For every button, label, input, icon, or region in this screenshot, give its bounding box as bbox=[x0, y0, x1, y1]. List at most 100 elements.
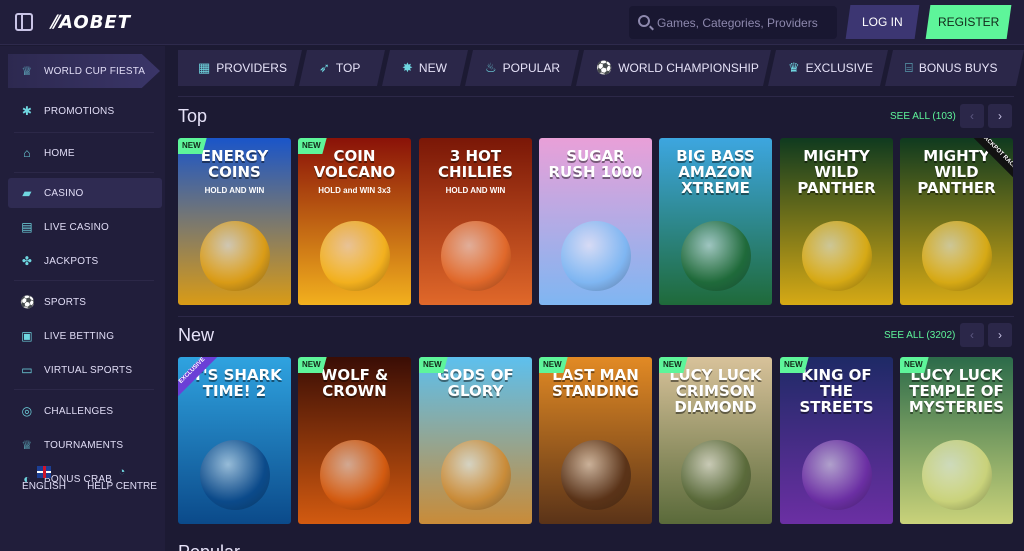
game-artwork bbox=[199, 221, 270, 291]
help-label: HELP CENTRE bbox=[87, 481, 157, 492]
game-card[interactable]: LAST MAN STANDING NEW bbox=[539, 357, 652, 524]
divider bbox=[14, 172, 154, 173]
language-label: ENGLISH bbox=[22, 481, 66, 492]
logo[interactable]: ⫽AOBET bbox=[50, 12, 131, 33]
game-card[interactable]: Lucy Luck CRIMSON DIAMOND NEW bbox=[659, 357, 772, 524]
sidebar-item-world-cup-fiesta[interactable]: ♕ WORLD CUP FIESTA bbox=[8, 56, 162, 86]
sidebar-item-label: VIRTUAL SPORTS bbox=[44, 364, 133, 376]
tab-popular[interactable]: ♨ POPULAR bbox=[465, 50, 579, 86]
divider bbox=[178, 96, 1014, 97]
game-artwork bbox=[921, 440, 992, 510]
new-badge: NEW bbox=[419, 357, 448, 373]
sidebar-item-label: HOME bbox=[44, 147, 75, 159]
sidebar-item-live-casino[interactable]: ▤ LIVE CASINO bbox=[8, 212, 162, 242]
game-title: Sugar Rush 1000 bbox=[548, 147, 643, 181]
divider bbox=[14, 280, 154, 281]
language-selector[interactable]: ENGLISH bbox=[14, 466, 74, 492]
search-box[interactable] bbox=[629, 6, 837, 39]
login-button[interactable]: LOG IN bbox=[845, 5, 920, 39]
tab-label: WORLD CHAMPIONSHIP bbox=[618, 61, 759, 75]
game-artwork bbox=[680, 221, 751, 291]
gift-icon: ⌸ bbox=[905, 60, 913, 75]
casino-icon: ▰ bbox=[22, 186, 32, 200]
game-title: BIG BASS AMAZON XTREME bbox=[676, 147, 755, 197]
game-title: 3 HOT CHILLIES bbox=[438, 147, 513, 181]
help-centre-link[interactable]: ◔ HELP CENTRE bbox=[84, 466, 160, 492]
sports-icon: ⚽ bbox=[20, 295, 36, 309]
game-artwork bbox=[921, 221, 992, 291]
game-artwork bbox=[801, 440, 872, 510]
screen-icon: ▭ bbox=[21, 363, 33, 377]
new-badge: NEW bbox=[539, 357, 568, 373]
sidebar-item-jackpots[interactable]: ✤ JACKPOTS bbox=[8, 246, 162, 276]
jackpot-icon: ✤ bbox=[21, 254, 33, 268]
game-artwork bbox=[680, 440, 751, 510]
game-card[interactable]: IT'S SHARK TIME! 2 EXCLUSIVE bbox=[178, 357, 291, 524]
grid-icon: ▦ bbox=[198, 60, 211, 75]
sidebar-item-label: CASINO bbox=[44, 187, 84, 199]
new-badge: NEW bbox=[900, 357, 929, 373]
new-badge: NEW bbox=[298, 357, 327, 373]
next-arrow-new[interactable]: › bbox=[988, 323, 1012, 347]
game-card[interactable]: ENERGY COINS HOLD AND WIN NEW bbox=[178, 138, 291, 305]
game-title: KING OF THE STREETS bbox=[799, 366, 874, 416]
see-all-top-link[interactable]: SEE ALL (103) bbox=[890, 111, 956, 122]
game-card[interactable]: BIG BASS AMAZON XTREME bbox=[659, 138, 772, 305]
sidebar-item-label: WORLD CUP FIESTA bbox=[44, 65, 146, 77]
tab-label: POPULAR bbox=[502, 61, 561, 75]
tab-label: BONUS BUYS bbox=[918, 61, 998, 75]
game-artwork bbox=[319, 221, 390, 291]
tab-world-championship[interactable]: ⚽ WORLD CHAMPIONSHIP bbox=[576, 50, 771, 86]
game-title: MIGHTY WILD PANTHER bbox=[797, 147, 876, 197]
top-bar: ⫽AOBET LOG IN REGISTER bbox=[0, 0, 1024, 45]
sidebar-toggle-icon[interactable] bbox=[15, 13, 33, 31]
sidebar-item-virtual-sports[interactable]: ▭ VIRTUAL SPORTS bbox=[8, 355, 162, 385]
sidebar-item-label: JACKPOTS bbox=[44, 255, 99, 267]
crown-icon: ♛ bbox=[788, 60, 800, 75]
prev-arrow-new[interactable]: ‹ bbox=[960, 323, 984, 347]
game-card[interactable]: 3 HOT CHILLIES HOLD AND WIN bbox=[419, 138, 532, 305]
register-button[interactable]: REGISTER bbox=[925, 5, 1012, 39]
tab-bonus-buys[interactable]: ⌸ BONUS BUYS bbox=[885, 50, 1024, 86]
sidebar-item-home[interactable]: ⌂ HOME bbox=[8, 138, 162, 168]
trophy-icon: ♕ bbox=[21, 438, 33, 452]
sidebar-item-promotions[interactable]: ✱ PROMOTIONS bbox=[8, 96, 162, 126]
section-title-top: Top bbox=[178, 106, 208, 126]
divider bbox=[178, 316, 1014, 317]
sidebar-item-sports[interactable]: ⚽ SPORTS bbox=[8, 287, 162, 317]
game-card[interactable]: WOLF & CROWN NEW bbox=[298, 357, 411, 524]
see-all-new-link[interactable]: SEE ALL (3202) bbox=[884, 330, 955, 341]
flame-icon: ♨ bbox=[485, 60, 497, 75]
sidebar-item-label: PROMOTIONS bbox=[44, 105, 115, 117]
sidebar-item-tournaments[interactable]: ♕ TOURNAMENTS bbox=[8, 430, 162, 460]
tab-providers[interactable]: ▦ PROVIDERS bbox=[178, 50, 302, 86]
game-card[interactable]: MIGHTY WILD PANTHER JACKPOT RACE bbox=[900, 138, 1013, 305]
tab-exclusive[interactable]: ♛ EXCLUSIVE bbox=[768, 50, 888, 86]
tab-new[interactable]: ✸ NEW bbox=[382, 50, 468, 86]
sidebar-item-label: LIVE BETTING bbox=[44, 330, 115, 342]
game-card[interactable]: COIN VOLCANO HOLD and WIN 3x3 NEW bbox=[298, 138, 411, 305]
game-card[interactable]: Sugar Rush 1000 bbox=[539, 138, 652, 305]
tab-label: TOP bbox=[335, 61, 361, 75]
new-badge: NEW bbox=[780, 357, 809, 373]
game-artwork bbox=[560, 221, 631, 291]
game-card[interactable]: GODS OF GLORY NEW bbox=[419, 357, 532, 524]
game-title: Lucy Luck CRIMSON DIAMOND bbox=[669, 366, 762, 416]
game-card[interactable]: MIGHTY WILD PANTHER bbox=[780, 138, 893, 305]
live-icon: ▣ bbox=[21, 329, 33, 343]
game-card[interactable]: Lucy Luck Temple of Mysteries NEW bbox=[900, 357, 1013, 524]
rocket-icon: ➶ bbox=[319, 60, 330, 75]
game-artwork bbox=[560, 440, 631, 510]
game-card[interactable]: KING OF THE STREETS NEW bbox=[780, 357, 893, 524]
next-arrow-top[interactable]: › bbox=[988, 104, 1012, 128]
sidebar-item-label: SPORTS bbox=[44, 296, 87, 308]
home-icon: ⌂ bbox=[23, 146, 31, 160]
search-input[interactable] bbox=[657, 6, 833, 39]
prev-arrow-top[interactable]: ‹ bbox=[960, 104, 984, 128]
sidebar-item-live-betting[interactable]: ▣ LIVE BETTING bbox=[8, 321, 162, 351]
ball-icon: ⚽ bbox=[596, 60, 613, 75]
tab-top[interactable]: ➶ TOP bbox=[299, 50, 385, 86]
sidebar-item-casino[interactable]: ▰ CASINO bbox=[8, 178, 162, 208]
sidebar-item-challenges[interactable]: ◎ CHALLENGES bbox=[8, 396, 162, 426]
section-title-next: Popular bbox=[178, 542, 240, 551]
